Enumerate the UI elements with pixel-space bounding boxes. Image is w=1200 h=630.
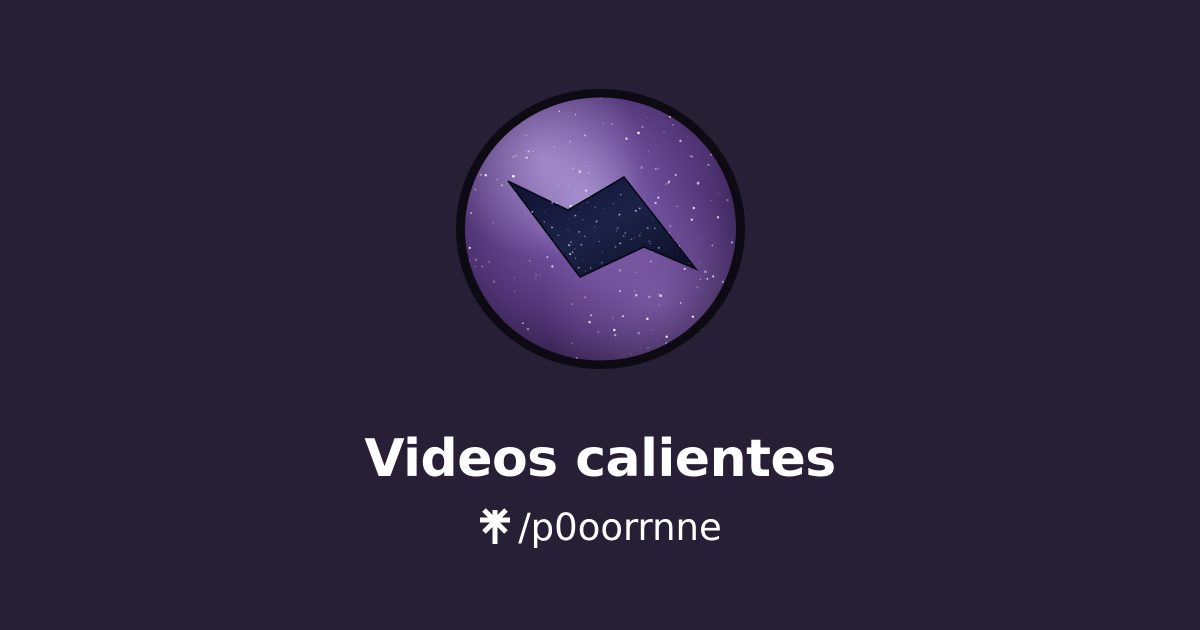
galaxy-bolt-avatar <box>460 92 741 366</box>
profile-avatar <box>456 89 745 369</box>
profile-title: Videos calientes <box>364 429 836 489</box>
linktree-asterisk-icon <box>478 508 512 546</box>
profile-card: Videos calientes /p0oorrnne <box>0 0 1200 630</box>
profile-handle-text: /p0oorrnne <box>518 506 722 549</box>
profile-handle[interactable]: /p0oorrnne <box>0 504 1200 552</box>
